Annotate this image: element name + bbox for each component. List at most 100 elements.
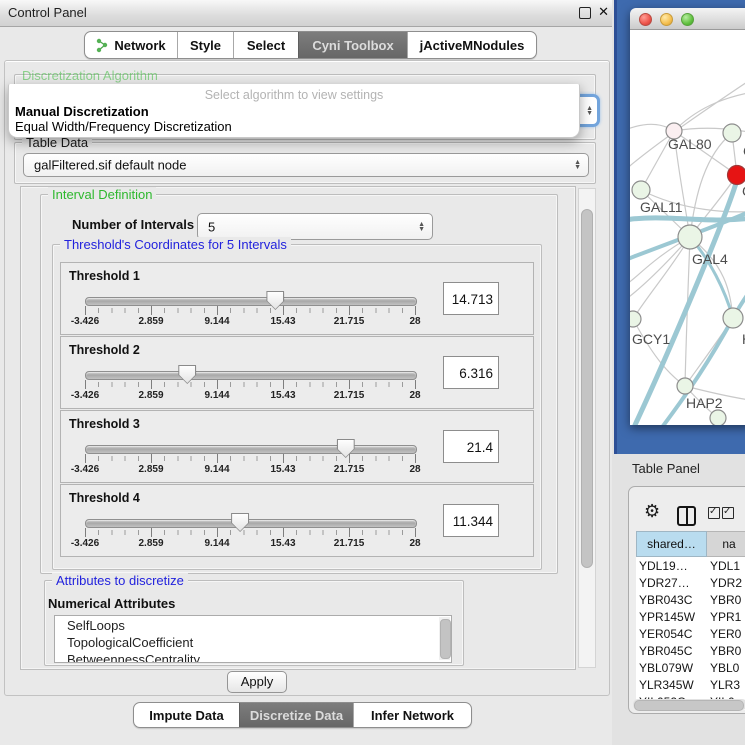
node-bottom [710,410,726,425]
threshold-2-slider[interactable] [85,371,417,380]
zoom-traffic-light-icon[interactable] [681,13,694,26]
table-data-group: Table Data galFiltered.sif default node … [14,142,596,184]
scrollbar-thumb[interactable] [581,209,593,568]
slider-minor-ticks [85,382,416,387]
list-item[interactable]: SelfLoops [67,618,125,633]
number-of-intervals-label: Number of Intervals [72,217,194,232]
interval-definition-title: Interval Definition [48,187,156,202]
list-item[interactable]: TopologicalCoefficient [67,635,193,650]
table-horizontal-scrollbar[interactable] [633,699,745,710]
table-row[interactable]: YDR27…YDR2 [636,574,745,591]
gear-icon[interactable]: ⚙ [644,501,660,522]
close-traffic-light-icon[interactable] [639,13,652,26]
threshold-4-slider[interactable] [85,519,417,528]
threshold-1-value-field[interactable]: 14.713 [443,282,499,315]
combo-arrows-icon: ▲▼ [586,106,593,116]
tab-impute-data[interactable]: Impute Data [134,703,239,727]
node-label: HAP2 [686,395,723,411]
dropdown-prompt: Select algorithm to view settings [9,88,579,102]
bottom-tab-bar: Impute Data Discretize Data Infer Networ… [133,702,472,728]
slider-minor-ticks [85,530,416,535]
table-data-combo[interactable]: galFiltered.sif default node ▲▼ [23,153,589,177]
tick-label: 28 [409,464,420,475]
table-panel-title: Table Panel [632,461,700,476]
tick-label: 2.859 [138,316,163,327]
scrollbar-thumb[interactable] [634,700,744,711]
table-row[interactable]: YLR345WYLR3 [636,676,745,693]
node-gal11 [632,181,650,199]
threshold-4-value-field[interactable]: 11.344 [443,504,499,537]
table-header-row: shared… na [636,531,745,557]
tick-label: 2.859 [138,538,163,549]
number-of-intervals-combo[interactable]: 5 ▲▼ [197,213,433,240]
threshold-4-panel: Threshold 4 -3.426 2.859 9.144 15.43 21.… [60,484,534,557]
node-top-right [723,124,741,142]
column-header-shared-name[interactable]: shared… [636,531,707,557]
threshold-2-label: Threshold 2 [69,343,140,357]
tick-label: 9.144 [204,464,229,475]
network-window-titlebar [630,8,745,30]
numerical-attributes-list[interactable]: SelfLoops TopologicalCoefficient Between… [54,615,452,663]
columns-icon[interactable] [677,506,696,526]
tick-label: 28 [409,390,420,401]
table-row[interactable]: YDL19…YDL1 [636,557,745,574]
tab-cyni-toolbox[interactable]: Cyni Toolbox [298,32,407,58]
tick-label: 28 [409,316,420,327]
dropdown-option-manual-discretization[interactable]: Manual Discretization [15,104,149,119]
numerical-attributes-label: Numerical Attributes [48,596,175,611]
table-row[interactable]: YPR145WYPR1 [636,608,745,625]
node-hap2 [677,378,693,394]
column-header-name[interactable]: na [707,531,745,557]
tick-label: 28 [409,538,420,549]
threshold-3-label: Threshold 3 [69,417,140,431]
network-graph: GAL80 G C GAL11 GAL4 GCY1 H HAP2 [630,30,745,425]
threshold-4-label: Threshold 4 [69,491,140,505]
tab-infer-network[interactable]: Infer Network [353,703,471,727]
threshold-3-slider[interactable] [85,445,417,454]
network-window: GAL80 G C GAL11 GAL4 GCY1 H HAP2 [630,8,745,425]
threshold-3-value-field[interactable]: 21.4 [443,430,499,463]
minimize-traffic-light-icon[interactable] [660,13,673,26]
dropdown-option-equal-width-frequency[interactable]: Equal Width/Frequency Discretization [15,119,232,134]
table-row[interactable]: YBR043CYBR0 [636,591,745,608]
top-tab-bar: Network Style Select Cyni Toolbox jActiv… [84,31,537,59]
apply-button[interactable]: Apply [227,671,287,693]
node-selected-red [728,166,745,185]
window-title: Control Panel [8,5,87,20]
network-icon [96,38,109,53]
network-canvas[interactable]: GAL80 G C GAL11 GAL4 GCY1 H HAP2 [630,30,745,425]
table-row[interactable]: YER054CYER0 [636,625,745,642]
list-scrollbar[interactable] [439,617,450,660]
control-panel-window: Control Panel ✕ Network Style Select Cyn… [0,0,612,745]
threshold-3-panel: Threshold 3 -3.426 2.859 9.144 15.43 21.… [60,410,534,483]
close-icon[interactable]: ✕ [598,4,609,20]
table-row[interactable]: YBL079WYBL0 [636,659,745,676]
panel-scrollbar[interactable] [578,188,596,668]
list-item[interactable]: BetweennessCentrality [67,652,200,663]
tab-network-label: Network [114,38,165,53]
table-row[interactable]: YBR045CYBR0 [636,642,745,659]
tick-label: 15.43 [270,538,295,549]
tab-style[interactable]: Style [177,32,233,58]
checkbox-icon[interactable] [722,507,734,519]
tab-jactivemodules[interactable]: jActiveMNodules [407,32,536,58]
node-label: GAL80 [668,136,712,152]
threshold-1-slider[interactable] [85,297,417,306]
tick-label: 21.715 [334,538,365,549]
tick-label: 15.43 [270,316,295,327]
tab-discretize-data[interactable]: Discretize Data [239,703,353,727]
tick-label: 9.144 [204,538,229,549]
node-label: GAL11 [640,199,683,215]
tick-label: -3.426 [71,538,99,549]
tick-label: -3.426 [71,390,99,401]
tab-network[interactable]: Network [85,32,177,58]
checkbox-icon[interactable] [708,507,720,519]
threshold-2-value-field[interactable]: 6.316 [443,356,499,389]
tick-label: -3.426 [71,464,99,475]
float-window-icon[interactable] [579,7,591,19]
tab-select[interactable]: Select [233,32,298,58]
control-panel-titlebar: Control Panel ✕ [0,0,612,27]
tick-label: 21.715 [334,316,365,327]
combo-arrows-icon: ▲▼ [574,160,581,170]
tick-label: 21.715 [334,464,365,475]
